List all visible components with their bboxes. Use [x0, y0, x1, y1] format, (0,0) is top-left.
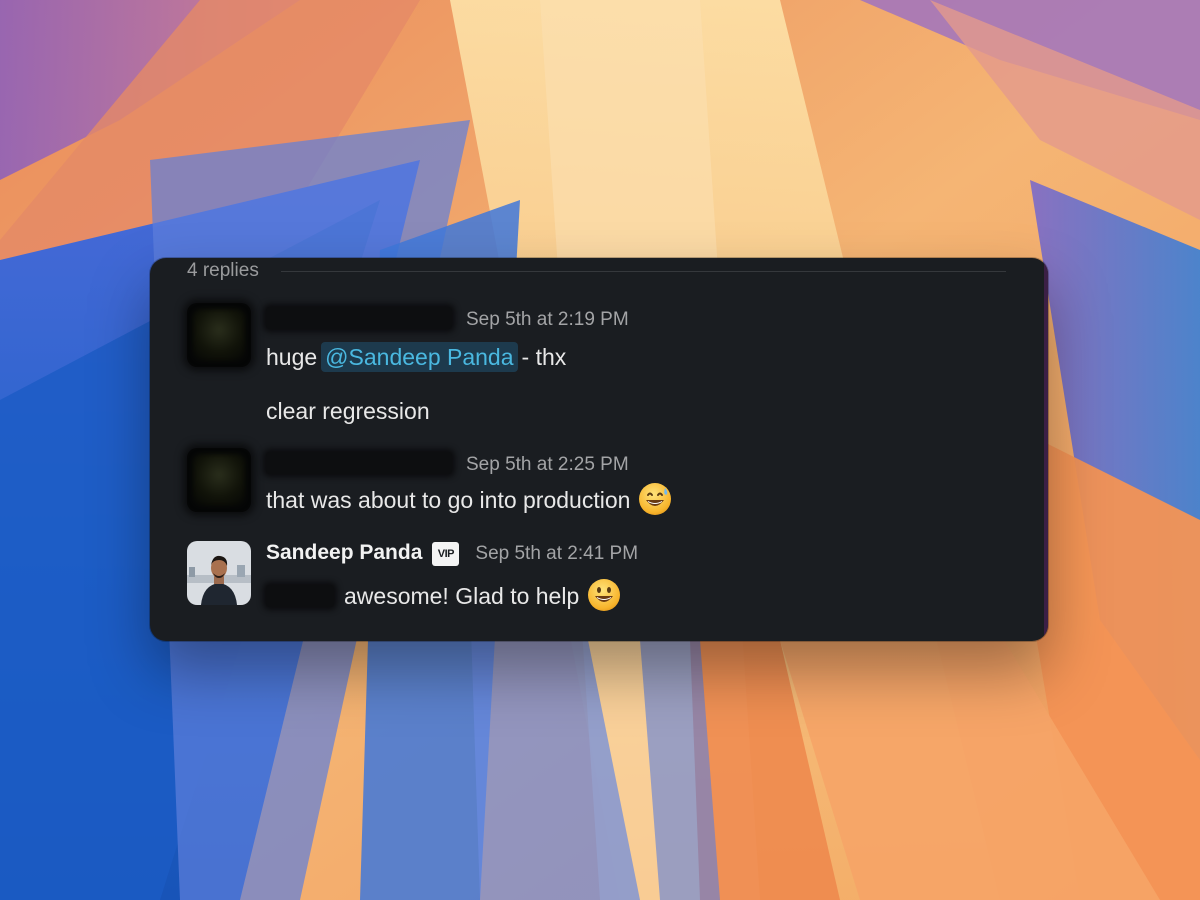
message-text-line-2: clear regression: [266, 397, 1008, 425]
user-mention[interactable]: @Sandeep Panda: [321, 342, 518, 372]
message-body: Sep 5th at 2:19 PM huge @Sandeep Panda -…: [266, 303, 1008, 425]
message-body: Sep 5th at 2:25 PM that was about to go …: [266, 448, 1008, 517]
avatar[interactable]: [187, 541, 251, 605]
timestamp[interactable]: Sep 5th at 2:25 PM: [466, 454, 629, 476]
message-header: Sep 5th at 2:25 PM: [266, 448, 1008, 476]
message-2[interactable]: Sep 5th at 2:25 PM that was about to go …: [187, 448, 1008, 518]
message-header: Sep 5th at 2:19 PM: [266, 303, 1008, 331]
grinning-face-with-sweat-emoji: [638, 482, 672, 516]
vip-badge: VIP: [432, 542, 460, 566]
mention-redacted: [266, 585, 334, 607]
timestamp[interactable]: Sep 5th at 2:19 PM: [466, 309, 629, 331]
message-text: that was about to go into production: [266, 487, 631, 513]
avatar-redacted[interactable]: [187, 303, 251, 367]
timestamp[interactable]: Sep 5th at 2:41 PM: [475, 543, 638, 565]
sender-name[interactable]: Sandeep Panda: [266, 541, 422, 565]
divider-line: [280, 271, 1006, 272]
replies-divider: 4 replies: [187, 258, 1006, 284]
message-text-line: that was about to go into production: [266, 483, 1008, 517]
sender-name-redacted[interactable]: [266, 307, 452, 329]
sender-name-redacted[interactable]: [266, 452, 452, 474]
avatar-redacted[interactable]: [187, 448, 251, 512]
message-header: Sandeep Panda VIP Sep 5th at 2:41 PM: [266, 541, 1008, 569]
message-3[interactable]: Sandeep Panda VIP Sep 5th at 2:41 PM awe…: [187, 541, 1008, 611]
message-text-line: awesome! Glad to help: [266, 579, 1008, 613]
message-text: - thx: [521, 344, 567, 370]
message-body: Sandeep Panda VIP Sep 5th at 2:41 PM awe…: [266, 541, 1008, 613]
thread-panel: 4 replies Sep 5th at 2:19 PM huge @Sande…: [150, 258, 1048, 641]
message-text: awesome! Glad to help: [344, 583, 580, 609]
grinning-face-emoji: [587, 578, 621, 612]
message-text: huge: [266, 344, 318, 370]
message-1[interactable]: Sep 5th at 2:19 PM huge @Sandeep Panda -…: [187, 303, 1008, 425]
replies-count[interactable]: 4 replies: [187, 260, 259, 282]
message-text: clear regression: [266, 398, 430, 424]
message-text-line-1: huge @Sandeep Panda - thx: [266, 342, 1008, 372]
